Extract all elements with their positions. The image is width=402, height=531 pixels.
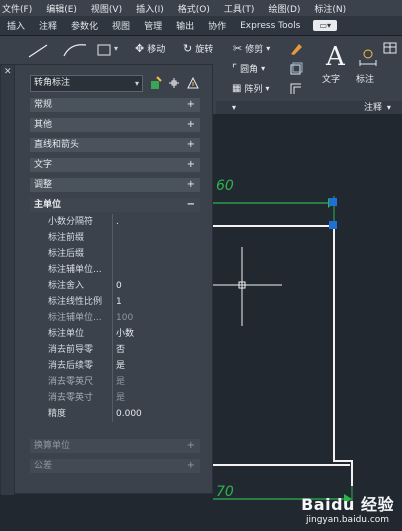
expand-icon: +	[186, 179, 195, 190]
watermark: Baidu 经验 jingyan.baidu.com	[301, 495, 394, 525]
expand-icon: +	[186, 440, 195, 451]
property-row[interactable]: 标注辅单位... 100	[30, 310, 200, 326]
trim-dropdown-icon: ▾	[266, 44, 271, 53]
array-button[interactable]: ▦ 阵列 ▾	[232, 82, 269, 95]
property-row[interactable]: 消去零英寸 是	[30, 390, 200, 406]
property-row[interactable]: 标注舍入 0	[30, 278, 200, 294]
grip-point[interactable]	[329, 221, 337, 229]
menu-dimension[interactable]: 标注(N)	[307, 2, 353, 15]
tab-view[interactable]: 视图	[105, 19, 137, 32]
menu-tools[interactable]: 工具(T)	[217, 2, 262, 15]
fillet-button[interactable]: ⌜ 圆角 ▾	[232, 62, 265, 75]
toggle-pickadd-icon[interactable]	[149, 76, 163, 90]
category-text[interactable]: 文字 +	[30, 158, 200, 172]
tab-collaborate[interactable]: 协作	[201, 19, 233, 32]
category-tolerances[interactable]: 公差 +	[30, 459, 200, 473]
tab-manage[interactable]: 管理	[137, 19, 169, 32]
category-general[interactable]: 常规 +	[30, 98, 200, 112]
fillet-dropdown-icon: ▾	[261, 64, 266, 73]
ribbon-tabs: 插入 注释 参数化 视图 管理 输出 协作 Express Tools ▭▾	[0, 16, 402, 36]
ribbon-options-button[interactable]: ▭▾	[313, 20, 338, 31]
line-tool-icon[interactable]	[28, 44, 48, 58]
property-row[interactable]: 标注前缀	[30, 230, 200, 246]
dimension-text-bottom: 70	[216, 484, 234, 500]
trim-icon: ✂	[233, 42, 243, 55]
dimension-text-top: 60	[216, 178, 234, 194]
category-alternate-units[interactable]: 换算单位 +	[30, 439, 200, 453]
annotation-panel-dropdown-icon: ▾	[386, 103, 391, 112]
grip-point[interactable]	[329, 198, 337, 206]
menu-draw[interactable]: 绘图(D)	[261, 2, 307, 15]
select-objects-icon[interactable]	[167, 76, 181, 90]
properties-palette: ✕ 转角标注 ▾ 常规 + 其他 + 直线和箭头 + 文字 + 调整 + 主单位…	[0, 64, 213, 495]
menu-format[interactable]: 格式(O)	[171, 2, 217, 15]
category-fit[interactable]: 调整 +	[30, 178, 200, 192]
collapse-icon: −	[186, 199, 195, 210]
menu-view[interactable]: 视图(V)	[84, 2, 129, 15]
modify-panel-dropdown-icon: ▾	[232, 103, 237, 112]
tab-annotate[interactable]: 注释	[32, 19, 64, 32]
property-row[interactable]: 消去前导零 否	[30, 342, 200, 358]
rectangle-dropdown-icon[interactable]: ▾	[114, 44, 118, 53]
array-icon: ▦	[232, 83, 242, 94]
tab-parametric[interactable]: 参数化	[64, 19, 105, 32]
array-dropdown-icon: ▾	[265, 84, 270, 93]
property-row[interactable]: 标注线性比例 1	[30, 294, 200, 310]
tab-output[interactable]: 输出	[169, 19, 201, 32]
quick-select-icon[interactable]	[186, 76, 200, 90]
close-icon[interactable]: ✕	[4, 67, 12, 77]
property-row[interactable]: 消去后续零 是	[30, 358, 200, 374]
text-button[interactable]: A 文字	[318, 36, 352, 96]
part-outline	[213, 225, 353, 486]
rectangle-tool-icon[interactable]	[97, 44, 111, 56]
modify-panel-title[interactable]: ▾	[216, 101, 318, 114]
move-icon: ✥	[135, 42, 145, 55]
menu-edit[interactable]: 编辑(E)	[39, 2, 84, 15]
dimension-button[interactable]: 标注	[353, 36, 381, 96]
expand-icon: +	[186, 159, 195, 170]
menu-insert[interactable]: 插入(I)	[129, 2, 171, 15]
fillet-icon: ⌜	[232, 62, 238, 75]
menu-bar: 文件(F) 编辑(E) 视图(V) 插入(I) 格式(O) 工具(T) 绘图(D…	[0, 0, 402, 16]
tab-express-tools[interactable]: Express Tools	[233, 21, 307, 31]
annotation-panel-title[interactable]: 注释 ▾	[318, 101, 402, 114]
property-row[interactable]: 小数分隔符 .	[30, 214, 200, 230]
chevron-down-icon: ▾	[134, 79, 139, 88]
category-primary-units[interactable]: 主单位 −	[30, 198, 200, 212]
dimension-icon	[359, 49, 377, 66]
tab-insert[interactable]: 插入	[0, 19, 32, 32]
expand-icon: +	[186, 139, 195, 150]
expand-icon: +	[186, 119, 195, 130]
rotate-button[interactable]: ↻ 旋转	[183, 42, 213, 55]
text-icon: A	[326, 42, 345, 72]
object-type-selector[interactable]: 转角标注 ▾	[30, 75, 143, 92]
property-row[interactable]: 标注后缀	[30, 246, 200, 262]
property-row[interactable]: 标注单位 小数	[30, 326, 200, 342]
category-misc[interactable]: 其他 +	[30, 118, 200, 132]
explode-icon[interactable]	[289, 62, 303, 76]
offset-icon[interactable]	[289, 82, 303, 96]
erase-icon[interactable]	[289, 42, 303, 56]
menu-file[interactable]: 文件(F)	[0, 2, 39, 15]
expand-icon: +	[186, 460, 195, 471]
trim-button[interactable]: ✂ 修剪 ▾	[233, 42, 270, 55]
move-button[interactable]: ✥ 移动	[135, 42, 165, 55]
expand-icon: +	[186, 99, 195, 110]
arc-tool-icon[interactable]	[62, 42, 88, 58]
palette-title-strip[interactable]: ✕	[1, 65, 15, 495]
rotate-icon: ↻	[183, 42, 193, 55]
category-lines-arrows[interactable]: 直线和箭头 +	[30, 138, 200, 152]
property-row[interactable]: 精度 0.000	[30, 406, 200, 422]
annotation-table-icon[interactable]	[383, 42, 397, 54]
property-row[interactable]: 标注辅单位...	[30, 262, 200, 278]
property-row[interactable]: 消去零英尺 是	[30, 374, 200, 390]
